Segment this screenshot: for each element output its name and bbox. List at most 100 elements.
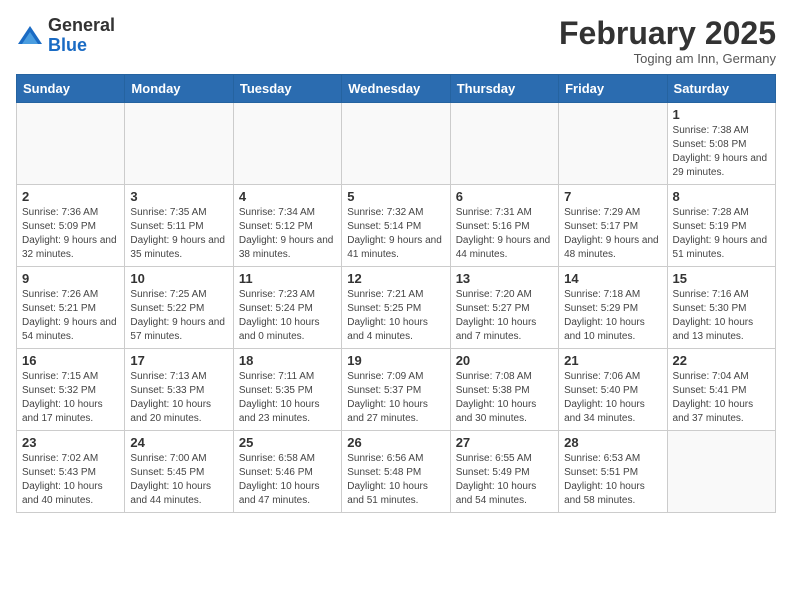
calendar-week-3: 16 Sunrise: 7:15 AM Sunset: 5:32 PM Dayli… <box>17 349 776 431</box>
calendar-cell: 2Sunrise: 7:36 AM Sunset: 5:09 PM Daylig… <box>17 185 125 267</box>
day-number: 13 <box>456 271 553 286</box>
calendar-cell: 18Sunrise: 7:11 AM Sunset: 5:35 PM Dayli… <box>233 349 341 431</box>
header-tuesday: Tuesday <box>233 75 341 103</box>
day-info: Sunrise: 7:35 AM Sunset: 5:11 PM Dayligh… <box>130 206 227 262</box>
calendar-cell: 24 Sunrise: 7:00 AM Sunset: 5:45 PM Dayli… <box>125 431 233 513</box>
calendar-cell: 17 Sunrise: 7:13 AM Sunset: 5:33 PM Dayli… <box>125 349 233 431</box>
day-number: 17 <box>130 353 227 368</box>
calendar-cell: 9 Sunrise: 7:26 AM Sunset: 5:21 PM Daylig… <box>17 267 125 349</box>
day-info: Sunrise: 7:34 AM Sunset: 5:12 PM Dayligh… <box>239 206 336 262</box>
calendar-cell: 8Sunrise: 7:28 AM Sunset: 5:19 PM Daylig… <box>667 185 775 267</box>
day-number: 4 <box>239 189 336 204</box>
calendar-cell <box>559 103 667 185</box>
day-number: 28 <box>564 435 661 450</box>
day-number: 8 <box>673 189 770 204</box>
calendar-cell: 25 Sunrise: 6:58 AM Sunset: 5:46 PM Dayli… <box>233 431 341 513</box>
day-info: Sunrise: 7:09 AM Sunset: 5:37 PM Dayligh… <box>347 370 444 426</box>
calendar-cell: 11 Sunrise: 7:23 AM Sunset: 5:24 PM Dayli… <box>233 267 341 349</box>
day-info: Sunrise: 6:56 AM Sunset: 5:48 PM Dayligh… <box>347 452 444 508</box>
day-number: 5 <box>347 189 444 204</box>
day-info: Sunrise: 7:15 AM Sunset: 5:32 PM Dayligh… <box>22 370 119 426</box>
logo-text: General Blue <box>48 16 115 56</box>
day-number: 10 <box>130 271 227 286</box>
calendar-cell <box>667 431 775 513</box>
calendar-cell <box>450 103 558 185</box>
calendar-cell: 21 Sunrise: 7:06 AM Sunset: 5:40 PM Dayli… <box>559 349 667 431</box>
day-number: 12 <box>347 271 444 286</box>
calendar-cell: 27 Sunrise: 6:55 AM Sunset: 5:49 PM Dayli… <box>450 431 558 513</box>
month-title: February 2025 <box>559 16 776 51</box>
day-info: Sunrise: 7:08 AM Sunset: 5:38 PM Dayligh… <box>456 370 553 426</box>
calendar-cell: 16 Sunrise: 7:15 AM Sunset: 5:32 PM Dayli… <box>17 349 125 431</box>
location-subtitle: Toging am Inn, Germany <box>559 51 776 66</box>
day-number: 22 <box>673 353 770 368</box>
calendar-cell: 3Sunrise: 7:35 AM Sunset: 5:11 PM Daylig… <box>125 185 233 267</box>
calendar-week-1: 2Sunrise: 7:36 AM Sunset: 5:09 PM Daylig… <box>17 185 776 267</box>
day-number: 16 <box>22 353 119 368</box>
calendar-week-0: 1Sunrise: 7:38 AM Sunset: 5:08 PM Daylig… <box>17 103 776 185</box>
day-info: Sunrise: 6:53 AM Sunset: 5:51 PM Dayligh… <box>564 452 661 508</box>
day-info: Sunrise: 7:21 AM Sunset: 5:25 PM Dayligh… <box>347 288 444 344</box>
logo: General Blue <box>16 16 115 56</box>
calendar-cell: 13 Sunrise: 7:20 AM Sunset: 5:27 PM Dayli… <box>450 267 558 349</box>
day-info: Sunrise: 7:26 AM Sunset: 5:21 PM Dayligh… <box>22 288 119 344</box>
calendar-cell: 1Sunrise: 7:38 AM Sunset: 5:08 PM Daylig… <box>667 103 775 185</box>
calendar-week-2: 9 Sunrise: 7:26 AM Sunset: 5:21 PM Daylig… <box>17 267 776 349</box>
calendar-cell: 14 Sunrise: 7:18 AM Sunset: 5:29 PM Dayli… <box>559 267 667 349</box>
day-number: 25 <box>239 435 336 450</box>
day-number: 2 <box>22 189 119 204</box>
calendar-cell: 19 Sunrise: 7:09 AM Sunset: 5:37 PM Dayli… <box>342 349 450 431</box>
weekday-header-row: Sunday Monday Tuesday Wednesday Thursday… <box>17 75 776 103</box>
calendar-cell <box>233 103 341 185</box>
day-info: Sunrise: 7:29 AM Sunset: 5:17 PM Dayligh… <box>564 206 661 262</box>
calendar-cell <box>125 103 233 185</box>
calendar-cell: 6 Sunrise: 7:31 AM Sunset: 5:16 PM Daylig… <box>450 185 558 267</box>
day-number: 6 <box>456 189 553 204</box>
day-number: 14 <box>564 271 661 286</box>
calendar-cell: 10 Sunrise: 7:25 AM Sunset: 5:22 PM Dayli… <box>125 267 233 349</box>
day-info: Sunrise: 7:18 AM Sunset: 5:29 PM Dayligh… <box>564 288 661 344</box>
calendar-cell: 12 Sunrise: 7:21 AM Sunset: 5:25 PM Dayli… <box>342 267 450 349</box>
header-wednesday: Wednesday <box>342 75 450 103</box>
day-info: Sunrise: 7:16 AM Sunset: 5:30 PM Dayligh… <box>673 288 770 344</box>
calendar-cell <box>17 103 125 185</box>
day-number: 23 <box>22 435 119 450</box>
calendar-cell: 5Sunrise: 7:32 AM Sunset: 5:14 PM Daylig… <box>342 185 450 267</box>
header-friday: Friday <box>559 75 667 103</box>
day-number: 21 <box>564 353 661 368</box>
day-info: Sunrise: 7:00 AM Sunset: 5:45 PM Dayligh… <box>130 452 227 508</box>
day-number: 24 <box>130 435 227 450</box>
day-info: Sunrise: 6:55 AM Sunset: 5:49 PM Dayligh… <box>456 452 553 508</box>
day-info: Sunrise: 7:23 AM Sunset: 5:24 PM Dayligh… <box>239 288 336 344</box>
day-info: Sunrise: 7:04 AM Sunset: 5:41 PM Dayligh… <box>673 370 770 426</box>
day-info: Sunrise: 7:25 AM Sunset: 5:22 PM Dayligh… <box>130 288 227 344</box>
calendar-cell: 22 Sunrise: 7:04 AM Sunset: 5:41 PM Dayli… <box>667 349 775 431</box>
calendar-cell <box>342 103 450 185</box>
day-number: 27 <box>456 435 553 450</box>
calendar-cell: 7 Sunrise: 7:29 AM Sunset: 5:17 PM Daylig… <box>559 185 667 267</box>
header-monday: Monday <box>125 75 233 103</box>
day-info: Sunrise: 7:38 AM Sunset: 5:08 PM Dayligh… <box>673 124 770 180</box>
day-number: 15 <box>673 271 770 286</box>
day-info: Sunrise: 7:06 AM Sunset: 5:40 PM Dayligh… <box>564 370 661 426</box>
page-header: General Blue February 2025 Toging am Inn… <box>16 16 776 66</box>
calendar-cell: 20 Sunrise: 7:08 AM Sunset: 5:38 PM Dayli… <box>450 349 558 431</box>
day-number: 11 <box>239 271 336 286</box>
header-sunday: Sunday <box>17 75 125 103</box>
day-info: Sunrise: 7:20 AM Sunset: 5:27 PM Dayligh… <box>456 288 553 344</box>
header-thursday: Thursday <box>450 75 558 103</box>
day-number: 19 <box>347 353 444 368</box>
title-block: February 2025 Toging am Inn, Germany <box>559 16 776 66</box>
day-number: 20 <box>456 353 553 368</box>
day-info: Sunrise: 6:58 AM Sunset: 5:46 PM Dayligh… <box>239 452 336 508</box>
header-saturday: Saturday <box>667 75 775 103</box>
day-info: Sunrise: 7:31 AM Sunset: 5:16 PM Dayligh… <box>456 206 553 262</box>
calendar-table: Sunday Monday Tuesday Wednesday Thursday… <box>16 74 776 513</box>
day-number: 7 <box>564 189 661 204</box>
calendar-cell: 15 Sunrise: 7:16 AM Sunset: 5:30 PM Dayli… <box>667 267 775 349</box>
logo-icon <box>16 22 44 50</box>
day-info: Sunrise: 7:02 AM Sunset: 5:43 PM Dayligh… <box>22 452 119 508</box>
calendar-cell: 23 Sunrise: 7:02 AM Sunset: 5:43 PM Dayli… <box>17 431 125 513</box>
day-info: Sunrise: 7:13 AM Sunset: 5:33 PM Dayligh… <box>130 370 227 426</box>
day-number: 9 <box>22 271 119 286</box>
